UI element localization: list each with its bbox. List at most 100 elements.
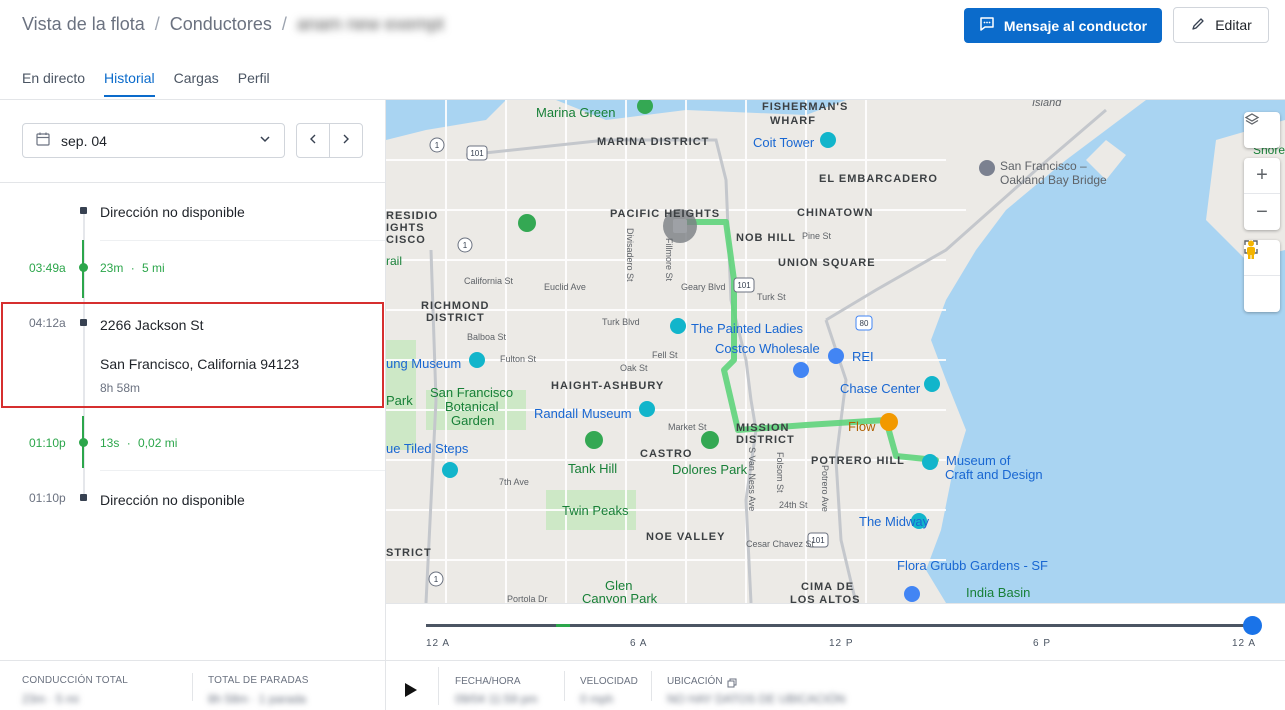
svg-text:101: 101	[470, 149, 484, 158]
svg-text:1: 1	[463, 241, 468, 250]
previous-day-button[interactable]	[297, 124, 330, 157]
route-map[interactable]: 101 101 101 1 1 1 80 Marina Green FISHER…	[386, 100, 1285, 603]
datetime-label: FECHA/HORA	[455, 676, 521, 687]
svg-text:Botanical: Botanical	[445, 399, 499, 414]
svg-text:The Painted Ladies: The Painted Ladies	[691, 321, 804, 336]
tab-loads[interactable]: Cargas	[174, 70, 219, 97]
drive-distance: 0,02 mi	[138, 436, 178, 450]
scrubber-handle[interactable]	[1243, 616, 1262, 635]
divider	[100, 240, 385, 241]
playback-details: FECHA/HORA 09/04 11:59 pm VELOCIDAD 0 mp…	[386, 660, 1285, 710]
drive-summary[interactable]: 23m · 5 mi	[100, 261, 165, 275]
next-day-button[interactable]	[330, 124, 362, 157]
pencil-icon	[1190, 16, 1206, 35]
breadcrumb: Vista de la flota / Conductores / anam n…	[22, 14, 444, 35]
svg-text:Balboa St: Balboa St	[467, 332, 507, 342]
svg-text:HAIGHT-ASHBURY: HAIGHT-ASHBURY	[551, 380, 664, 392]
breadcrumb-driver-name: anam new exempt	[296, 14, 444, 34]
scrubber-track[interactable]	[426, 624, 1253, 627]
svg-text:Cesar Chavez St: Cesar Chavez St	[746, 539, 815, 549]
speed-label: VELOCIDAD	[580, 676, 638, 687]
map-canvas: 101 101 101 1 1 1 80 Marina Green FISHER…	[386, 100, 1285, 603]
tab-live[interactable]: En directo	[22, 70, 85, 97]
date-picker[interactable]: sep. 04	[22, 123, 285, 158]
speed-value: 0 mph	[580, 692, 614, 706]
tick-label: 12 A	[1232, 638, 1257, 649]
map-view-controls	[1244, 240, 1280, 312]
date-picker-value: sep. 04	[61, 132, 107, 149]
play-button[interactable]	[404, 682, 418, 703]
svg-text:1: 1	[435, 141, 440, 150]
svg-text:WHARF: WHARF	[770, 115, 816, 127]
zoom-in-button[interactable]: +	[1244, 158, 1280, 194]
datetime-value: 09/04 11:59 pm	[455, 692, 538, 706]
svg-text:Dolores Park: Dolores Park	[672, 462, 748, 477]
chevron-left-icon	[307, 132, 319, 150]
divider	[438, 667, 439, 705]
chevron-down-icon	[258, 132, 272, 149]
drive-duration: 13s	[100, 436, 120, 450]
timeline-time: 03:49a	[29, 261, 66, 275]
svg-text:San Francisco: San Francisco	[430, 385, 513, 400]
svg-text:Oak St: Oak St	[620, 363, 648, 373]
edit-label: Editar	[1215, 17, 1252, 33]
svg-text:Market St: Market St	[668, 422, 707, 432]
tab-profile[interactable]: Perfil	[238, 70, 270, 97]
street-view-button[interactable]	[1244, 240, 1280, 312]
svg-text:San Francisco –: San Francisco –	[1000, 159, 1087, 173]
zoom-out-button[interactable]: −	[1244, 194, 1280, 230]
message-driver-button[interactable]: Mensaje al conductor	[964, 8, 1162, 43]
stop-marker	[80, 319, 87, 326]
stop-address-line1: 2266 Jackson St	[100, 317, 204, 333]
stop-marker	[80, 207, 87, 214]
timeline-time: 01:10p	[29, 436, 66, 450]
svg-text:24th St: 24th St	[779, 500, 808, 510]
drive-duration: 23m	[100, 261, 124, 275]
timeline-address[interactable]: Dirección no disponible	[100, 204, 245, 220]
map-layers-button[interactable]	[1244, 112, 1280, 148]
total-stops-label: TOTAL DE PARADAS	[208, 675, 309, 686]
separator-dot: ·	[126, 436, 131, 450]
drive-summary[interactable]: 13s · 0,02 mi	[100, 436, 177, 450]
total-driving-value: 23m · 5 mi	[22, 692, 79, 706]
svg-text:101: 101	[737, 281, 751, 290]
tick-label: 6 P	[1033, 638, 1052, 649]
tab-history[interactable]: Historial	[104, 70, 155, 97]
stop-duration: 8h 58m	[100, 381, 141, 395]
svg-text:Marina Green: Marina Green	[536, 105, 615, 120]
svg-text:S Van Ness Ave: S Van Ness Ave	[747, 447, 757, 511]
stop-icon	[673, 219, 687, 233]
tab-bar: En directo Historial Cargas Perfil	[22, 70, 270, 97]
breadcrumb-separator: /	[281, 14, 287, 34]
copy-icon[interactable]	[727, 675, 737, 693]
svg-text:Divisadero St: Divisadero St	[625, 228, 635, 282]
svg-text:RESIDIO: RESIDIO	[386, 210, 438, 222]
trip-summary-footer: CONDUCCIÓN TOTAL 23m · 5 mi TOTAL DE PAR…	[0, 660, 385, 710]
svg-text:Oakland Bay Bridge: Oakland Bay Bridge	[1000, 173, 1107, 187]
divider	[564, 671, 565, 701]
svg-text:Chase Center: Chase Center	[840, 381, 921, 396]
breadcrumb-fleet-view[interactable]: Vista de la flota	[22, 14, 145, 35]
svg-text:Euclid Ave: Euclid Ave	[544, 282, 586, 292]
plus-icon: +	[1256, 164, 1268, 186]
svg-text:Folsom St: Folsom St	[775, 452, 785, 493]
svg-text:Park: Park	[386, 393, 413, 408]
svg-text:IGHTS: IGHTS	[386, 222, 425, 234]
breadcrumb-drivers[interactable]: Conductores	[170, 14, 272, 35]
svg-text:Geary Blvd: Geary Blvd	[681, 282, 726, 292]
svg-text:NOE VALLEY: NOE VALLEY	[646, 531, 725, 543]
svg-text:7th Ave: 7th Ave	[499, 477, 529, 487]
timeline-time: 01:10p	[29, 491, 66, 505]
message-icon	[979, 16, 995, 35]
divider	[651, 671, 652, 701]
timeline-address[interactable]: Dirección no disponible	[100, 492, 245, 508]
svg-text:Fillmore St: Fillmore St	[664, 238, 674, 282]
svg-text:Flora Grubb Gardens - SF: Flora Grubb Gardens - SF	[897, 558, 1048, 573]
svg-text:Twin Peaks: Twin Peaks	[562, 503, 629, 518]
svg-text:CIMA DE: CIMA DE	[801, 581, 854, 593]
chevron-right-icon	[340, 132, 352, 150]
time-scrubber[interactable]: 12 A 6 A 12 P 6 P 12 A	[386, 603, 1285, 660]
svg-text:Randall Museum: Randall Museum	[534, 406, 632, 421]
svg-text:The Midway: The Midway	[859, 514, 930, 529]
edit-button[interactable]: Editar	[1173, 7, 1269, 43]
